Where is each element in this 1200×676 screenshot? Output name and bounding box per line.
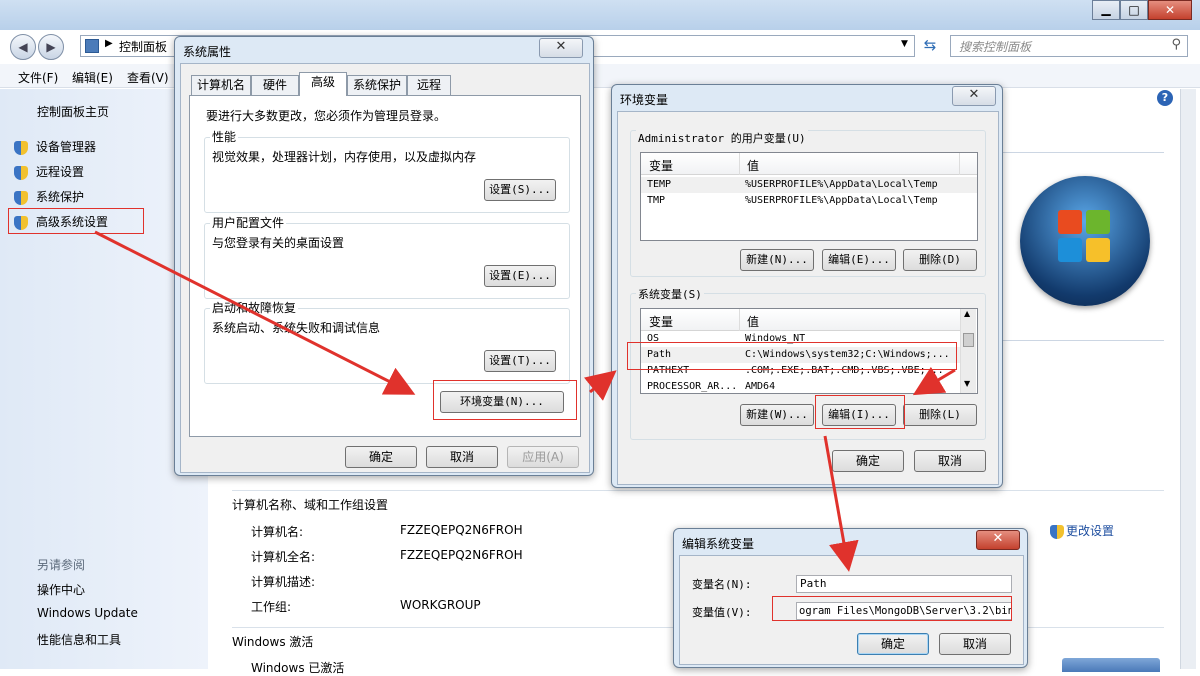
arrow-to-edit-dialog	[823, 435, 859, 572]
arrow-to-edit-button	[912, 366, 956, 396]
tab-advanced[interactable]: 高级	[299, 72, 347, 96]
arrow-to-env-button	[94, 230, 416, 395]
arrow-to-env-dialog	[583, 370, 617, 401]
annotation-arrows	[94, 230, 956, 572]
